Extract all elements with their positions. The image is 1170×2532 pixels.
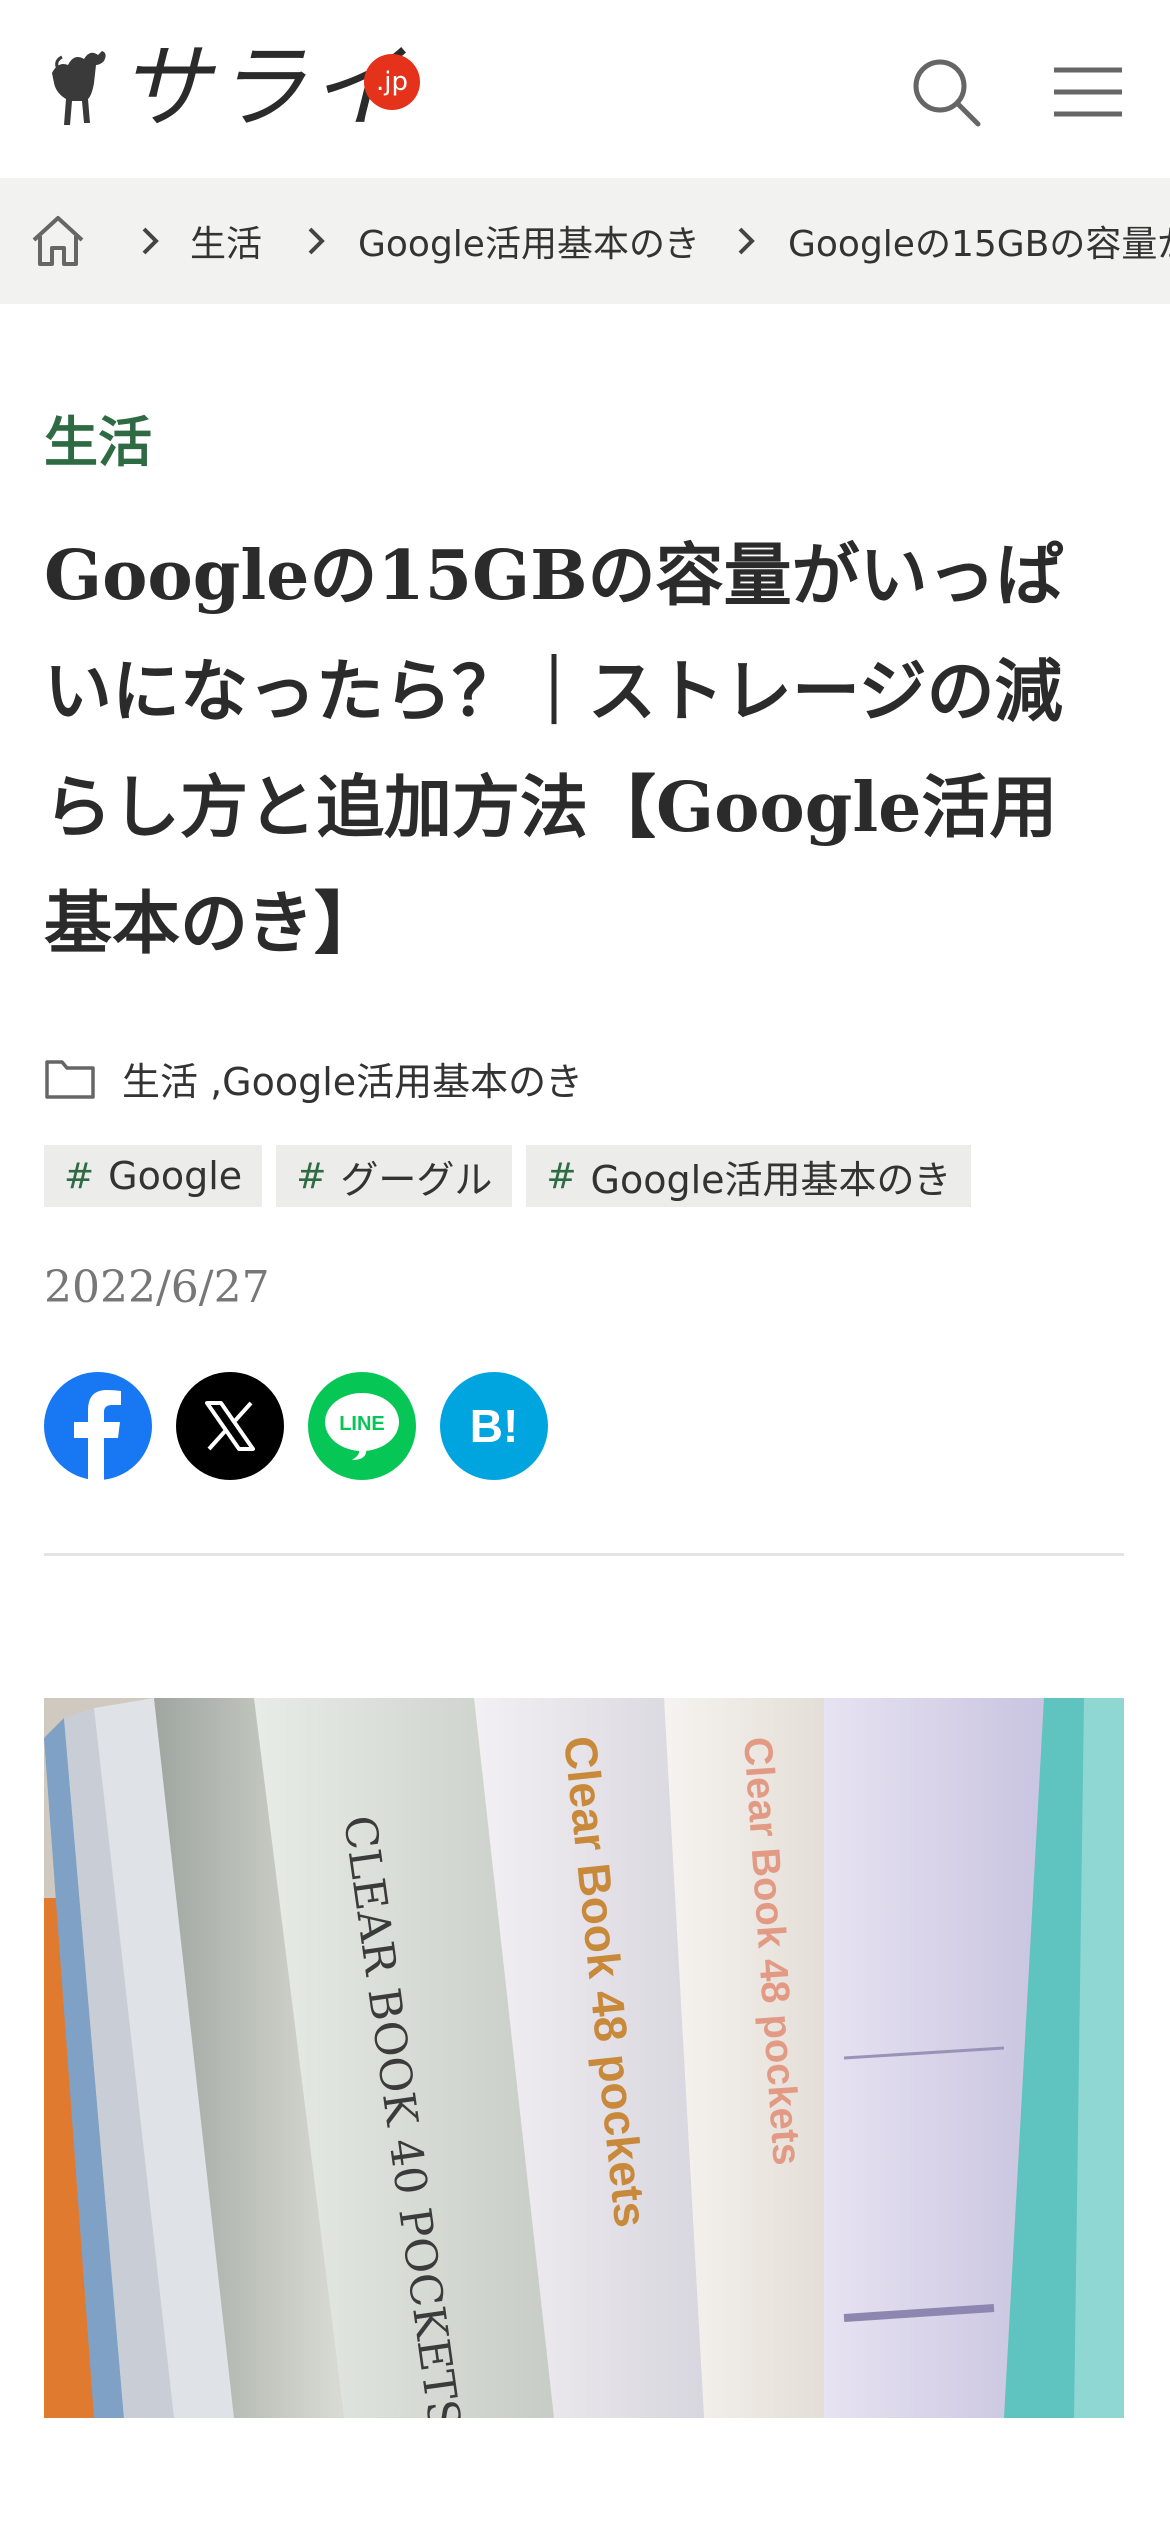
x-icon: [205, 1401, 255, 1451]
title-line: Googleの15GBの容量がいっぱ: [44, 536, 1064, 616]
share-buttons: LINE B!: [44, 1372, 548, 1480]
site-header: サライ .jp: [0, 0, 1170, 178]
tag-label: グーグル: [340, 1157, 493, 1202]
chevron-right-icon: [738, 227, 755, 255]
publish-date: 2022/6/27: [44, 1262, 270, 1313]
chevron-right-icon: [308, 227, 325, 255]
breadcrumb-item-google-basics[interactable]: Google活用基本のき: [358, 214, 700, 268]
search-icon[interactable]: [906, 52, 986, 132]
hash-icon: #: [296, 1155, 327, 1197]
hatena-bookmark-icon: B!: [469, 1400, 519, 1452]
hash-icon: #: [546, 1155, 577, 1197]
tag-list: # Google # グーグル # Google活用基本のき: [44, 1145, 972, 1207]
x-share-button[interactable]: [176, 1372, 284, 1480]
line-label: LINE: [339, 1413, 385, 1435]
tag-google-basics[interactable]: # Google活用基本のき: [526, 1145, 972, 1207]
home-icon[interactable]: [30, 214, 86, 268]
hamburger-menu-icon[interactable]: [1052, 64, 1124, 120]
facebook-icon: [74, 1390, 121, 1480]
article-title: Googleの15GBの容量がいっぱ いになったら？｜ストレージの減 らし方と追…: [44, 518, 1134, 982]
tag-google-katakana[interactable]: # グーグル: [276, 1145, 513, 1207]
article-category[interactable]: 生活: [44, 398, 152, 477]
facebook-share-button[interactable]: [44, 1372, 152, 1480]
tag-google[interactable]: # Google: [44, 1145, 263, 1207]
breadcrumb-item-current: Googleの15GBの容量が: [788, 224, 1170, 265]
tag-label: Google: [108, 1154, 243, 1198]
logo-wordmark: サライ: [118, 34, 407, 141]
title-line: 基本のき】: [44, 884, 382, 964]
hero-image: CLEAR BOOK 40 POCKETS Clear Book 48 pock…: [44, 1698, 1124, 2418]
site-logo[interactable]: サライ .jp: [44, 34, 420, 141]
title-line: らし方と追加方法【Google活用: [44, 768, 1058, 848]
logo-jp-badge: .jp: [364, 54, 420, 110]
tag-label: Google活用基本のき: [590, 1157, 952, 1202]
breadcrumb-item-lifestyle[interactable]: 生活: [190, 214, 262, 268]
title-line: いになったら？｜ストレージの減: [44, 652, 1063, 732]
chevron-right-icon: [142, 227, 159, 255]
article-categories: 生活 ,Google活用基本のき: [44, 1050, 583, 1106]
hash-icon: #: [64, 1155, 95, 1197]
folder-icon: [45, 1060, 95, 1099]
clear-books-photo: CLEAR BOOK 40 POCKETS Clear Book 48 pock…: [44, 1698, 1124, 2418]
line-icon: LINE: [325, 1393, 399, 1460]
breadcrumb: 生活 Google活用基本のき Googleの15GBの容量が: [0, 178, 1170, 304]
camel-logo-icon: [52, 51, 106, 125]
hatena-share-button[interactable]: B!: [440, 1372, 548, 1480]
line-share-button[interactable]: LINE: [308, 1372, 416, 1480]
divider: [44, 1553, 1124, 1556]
categories-text[interactable]: 生活 ,Google活用基本のき: [122, 1051, 583, 1106]
